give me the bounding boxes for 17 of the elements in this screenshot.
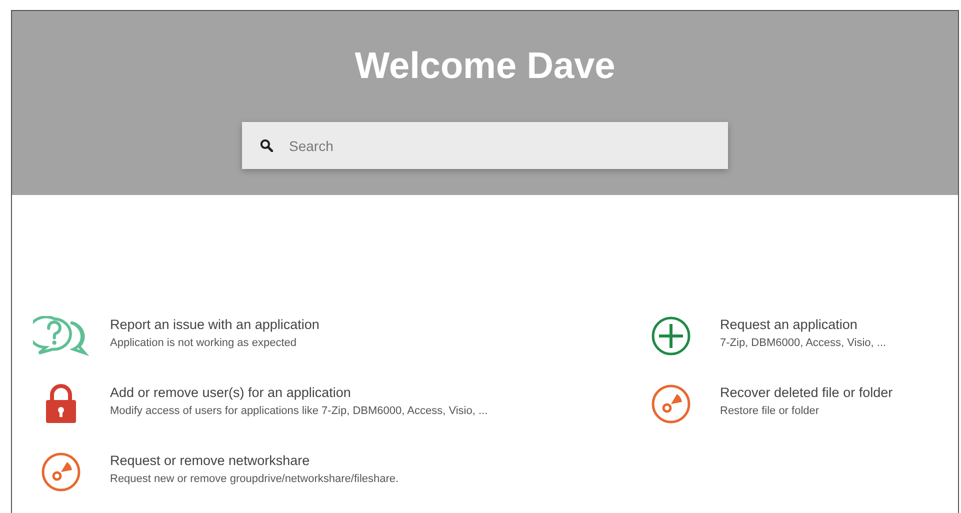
service-link[interactable]: Add or remove user(s) for an application: [110, 384, 488, 401]
service-link[interactable]: Request or remove networkshare: [110, 452, 399, 469]
service-link[interactable]: Request an application: [720, 316, 886, 333]
welcome-title: Welcome Dave: [354, 45, 616, 87]
question-chat-icon: [33, 316, 89, 356]
service-description: Restore file or folder: [720, 405, 820, 418]
disc-icon: [41, 452, 81, 492]
service-link[interactable]: Recover deleted file or folder: [720, 384, 893, 401]
search-field[interactable]: Search: [242, 122, 728, 169]
service-description: Request new or remove groupdrive/networkshare/fileshare.: [110, 473, 399, 486]
disc-icon: [651, 384, 691, 424]
service-description: Application is not working as expected: [110, 337, 298, 350]
service-description: 7-Zip, DBM6000, Access, Visio, ...: [720, 337, 886, 350]
padlock-icon: [45, 384, 77, 424]
plus-icon: [651, 316, 691, 356]
service-description: Modify access of users for applications like 7-Zip, DBM6000, Access, Visio, ...: [110, 405, 488, 418]
service-link[interactable]: Report an issue with an application: [110, 316, 320, 333]
